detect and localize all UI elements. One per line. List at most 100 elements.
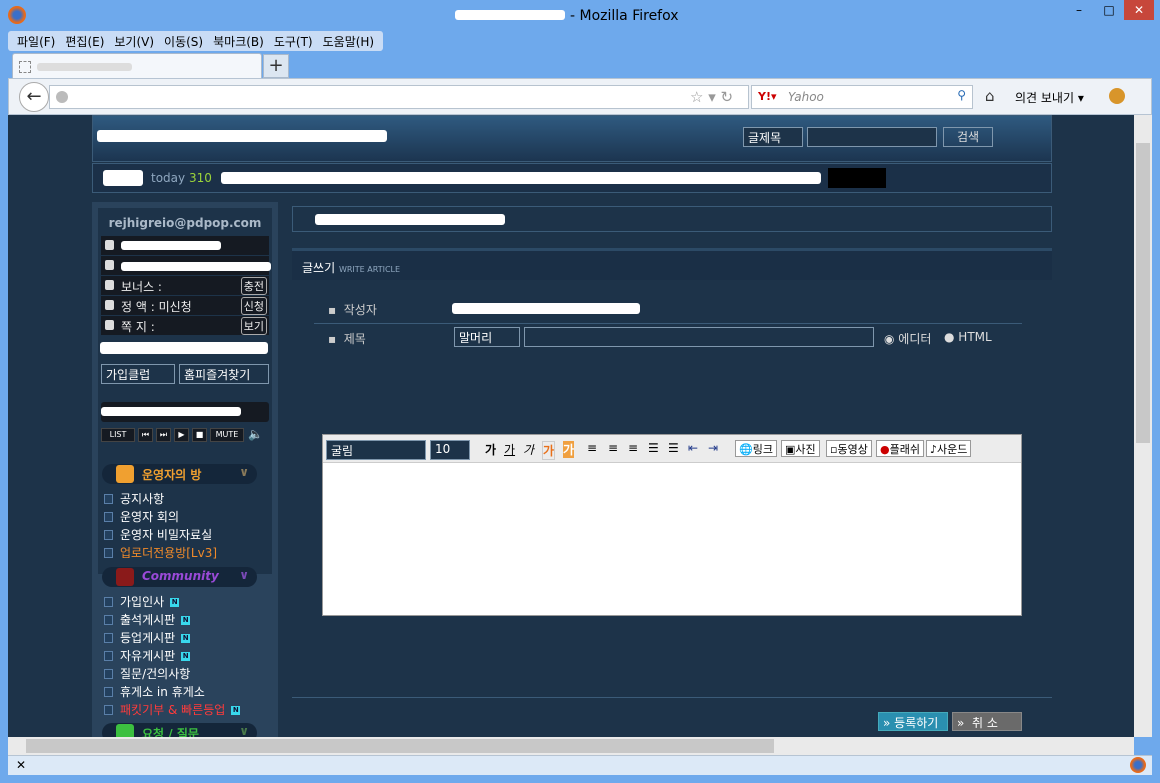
apply-button[interactable]: 신청 <box>240 297 267 315</box>
insert-link-button[interactable]: 🌐링크 <box>735 440 777 457</box>
insert-photo-button[interactable]: ▣사진 <box>781 440 820 457</box>
mode-editor-radio[interactable]: ◉ 에디터 <box>884 330 931 347</box>
back-button[interactable]: ← <box>19 82 49 112</box>
category-community[interactable]: Community ∨ <box>102 567 257 587</box>
new-badge: N <box>170 598 180 607</box>
submit-button[interactable]: » 등록하기 <box>878 712 948 731</box>
minimize-button[interactable]: – <box>1064 0 1094 20</box>
menu-go[interactable]: 이동(S) <box>159 31 208 51</box>
site-search-input[interactable] <box>807 127 937 147</box>
bold-icon[interactable]: 가 <box>485 441 496 458</box>
category-operators[interactable]: 운영자의 방 ∨ <box>102 464 257 484</box>
menu-bar: 파일(F) 편집(E) 보기(V) 이동(S) 북마크(B) 도구(T) 도움말… <box>8 31 384 51</box>
manage-button[interactable] <box>828 168 886 188</box>
player-list-button[interactable]: LIST <box>101 428 135 442</box>
menu-help[interactable]: 도움말(H) <box>318 31 380 51</box>
today-count: 310 <box>189 171 212 185</box>
home-icon[interactable]: ⌂ <box>985 87 995 105</box>
menu-view[interactable]: 보기(V) <box>109 31 159 51</box>
editor-toolbar: 굴림 10 가 가 가 가 가 ≡ ≡ ≡ ☰ ☰ ⇤ ⇥ 🌐링크 ▣사진 ▫동… <box>323 435 1021 463</box>
mode-html-radio[interactable]: ● HTML <box>944 330 992 344</box>
new-badge: N <box>181 652 191 661</box>
maximize-button[interactable]: □ <box>1094 0 1124 20</box>
vertical-scrollbar[interactable] <box>1134 115 1152 737</box>
member-row-subscription: 정 액 : 미신청 신청 <box>101 296 269 315</box>
board-levelup[interactable]: 등업게시판 N <box>104 629 191 647</box>
outdent-icon[interactable]: ⇤ <box>688 441 698 455</box>
search-input[interactable]: Y!▾ Yahoo ⚲ <box>751 85 973 109</box>
indent-icon[interactable]: ⇥ <box>708 441 718 455</box>
menu-tools[interactable]: 도구(T) <box>269 31 318 51</box>
firefox-logo-icon <box>8 6 26 24</box>
player-mute-button[interactable]: MUTE <box>210 428 244 442</box>
favorites-select[interactable]: 홈피즐겨찾기 <box>179 364 269 384</box>
charge-button[interactable]: 충전 <box>240 277 267 295</box>
page-viewport: 글제목 검색 today 310 rejhigreio@pdpop.com 보너… <box>8 115 1134 737</box>
insert-video-button[interactable]: ▫동영상 <box>826 440 872 457</box>
board-attendance[interactable]: 출석게시판 N <box>104 611 191 629</box>
new-tab-button[interactable]: + <box>263 54 289 78</box>
insert-sound-button[interactable]: ♪사운드 <box>926 440 972 457</box>
menu-file[interactable]: 파일(F) <box>12 31 60 51</box>
align-center-icon[interactable]: ≡ <box>608 441 618 455</box>
italic-icon[interactable]: 가 <box>523 441 534 458</box>
volume-icon[interactable]: 🔈 <box>248 427 263 441</box>
user-email: rejhigreio@pdpop.com <box>108 216 262 230</box>
board-lounge[interactable]: 휴게소 in 휴게소 <box>104 683 205 701</box>
view-messages-button[interactable]: 보기 <box>240 317 267 335</box>
url-bar[interactable]: ☆ ▾ ↻ <box>49 85 749 109</box>
insert-flash-button[interactable]: ●플래쉬 <box>876 440 924 457</box>
category-requests[interactable]: 요청 / 질문 ∨ <box>102 723 257 737</box>
site-search-button[interactable]: 검색 <box>943 127 993 147</box>
addon-face-icon[interactable] <box>1109 88 1125 104</box>
firefox-status-icon <box>1130 757 1146 773</box>
write-header: 글쓰기 WRITE ARTICLE <box>292 248 1052 280</box>
board-notice[interactable]: 공지사항 <box>104 490 164 508</box>
player-stop-button[interactable]: ■ <box>192 428 207 442</box>
player-prev-button[interactable]: ⏮ <box>138 428 153 442</box>
bookmark-star-icon[interactable]: ☆ ▾ ↻ <box>690 88 733 106</box>
player-play-button[interactable]: ▶ <box>174 428 189 442</box>
search-icon[interactable]: ⚲ <box>957 88 966 102</box>
subject-input[interactable] <box>524 327 874 347</box>
editor-body[interactable] <box>323 463 1021 613</box>
menu-bookmarks[interactable]: 북마크(B) <box>208 31 269 51</box>
board-uploader[interactable]: 업로더전용방[Lv3] <box>104 544 217 562</box>
text-color-icon[interactable]: 가 <box>542 441 556 460</box>
ordered-list-icon[interactable]: ☰ <box>648 441 659 455</box>
close-button[interactable]: ✕ <box>1124 0 1154 20</box>
board-questions[interactable]: 질문/건의사항 <box>104 665 190 683</box>
new-badge: N <box>231 706 241 715</box>
board-packet-donation[interactable]: 패킷기부 & 빠른등업 N <box>104 701 241 719</box>
feedback-button[interactable]: 의견 보내기 ▾ <box>1015 89 1084 106</box>
tab-active[interactable] <box>12 53 262 79</box>
editor: 굴림 10 가 가 가 가 가 ≡ ≡ ≡ ☰ ☰ ⇤ ⇥ 🌐링크 ▣사진 ▫동… <box>322 434 1022 616</box>
underline-icon[interactable]: 가 <box>504 441 515 458</box>
yahoo-icon[interactable]: Y!▾ <box>758 90 777 103</box>
unordered-list-icon[interactable]: ☰ <box>668 441 679 455</box>
board-greetings[interactable]: 가입인사 N <box>104 593 180 611</box>
board-free[interactable]: 자유게시판 N <box>104 647 191 665</box>
font-size-select[interactable]: 10 <box>430 440 470 460</box>
search-type-select[interactable]: 글제목 <box>743 127 803 147</box>
close-addon-bar-icon[interactable]: ✕ <box>16 758 26 772</box>
board-operator-secret[interactable]: 운영자 비밀자료실 <box>104 526 212 544</box>
align-left-icon[interactable]: ≡ <box>587 441 597 455</box>
board-operator-meeting[interactable]: 운영자 회의 <box>104 508 179 526</box>
page-icon <box>19 61 31 73</box>
prefix-select[interactable]: 말머리 <box>454 327 520 347</box>
today-label: today <box>151 171 186 185</box>
author-label: ▪ 작성자 <box>328 303 377 317</box>
horizontal-scrollbar[interactable] <box>8 737 1134 755</box>
cancel-button[interactable]: » 취 소 <box>952 712 1022 731</box>
page-title: 글쓰기 <box>302 261 336 275</box>
bg-color-icon[interactable]: 가 <box>563 441 575 458</box>
music-player-display <box>101 402 269 422</box>
joined-club-select[interactable]: 가입클럽 <box>101 364 175 384</box>
player-next-button[interactable]: ⏭ <box>156 428 171 442</box>
font-select[interactable]: 굴림 <box>326 440 426 460</box>
breadcrumb <box>292 206 1052 232</box>
member-row-points <box>101 256 271 275</box>
menu-edit[interactable]: 편집(E) <box>60 31 109 51</box>
align-right-icon[interactable]: ≡ <box>628 441 638 455</box>
